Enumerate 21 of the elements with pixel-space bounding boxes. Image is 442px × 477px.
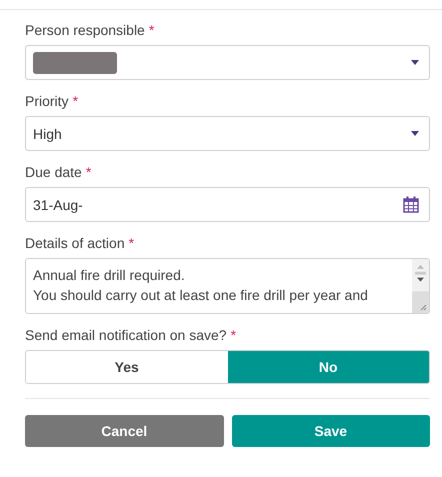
required-mark: * xyxy=(86,164,92,180)
field-label: Details of action xyxy=(25,235,125,251)
required-mark: * xyxy=(230,327,236,343)
caret-icon xyxy=(411,131,419,136)
field-label: Send email notification on save? xyxy=(25,327,227,343)
field-label: Person responsible xyxy=(25,22,145,38)
toggle-option[interactable]: No xyxy=(228,351,429,383)
caret-icon xyxy=(411,60,419,65)
save-button[interactable]: Save xyxy=(232,415,430,447)
required-mark: * xyxy=(72,93,78,109)
field-label: Due date xyxy=(25,164,82,180)
field-label: Priority xyxy=(25,93,69,109)
cancel-button[interactable]: Cancel xyxy=(25,415,224,447)
required-mark: * xyxy=(148,22,154,38)
details-textarea[interactable]: Annual fire drill required. You should carry out at least one fire drill per year and xyxy=(25,258,430,314)
date-field[interactable]: 31-Aug- xyxy=(25,187,430,222)
required-mark: * xyxy=(128,235,134,251)
dropdown-field[interactable]: High xyxy=(25,116,430,151)
dropdown-field[interactable] xyxy=(25,45,430,80)
calendar-icon[interactable] xyxy=(403,196,419,213)
scrollbar[interactable] xyxy=(412,259,429,313)
